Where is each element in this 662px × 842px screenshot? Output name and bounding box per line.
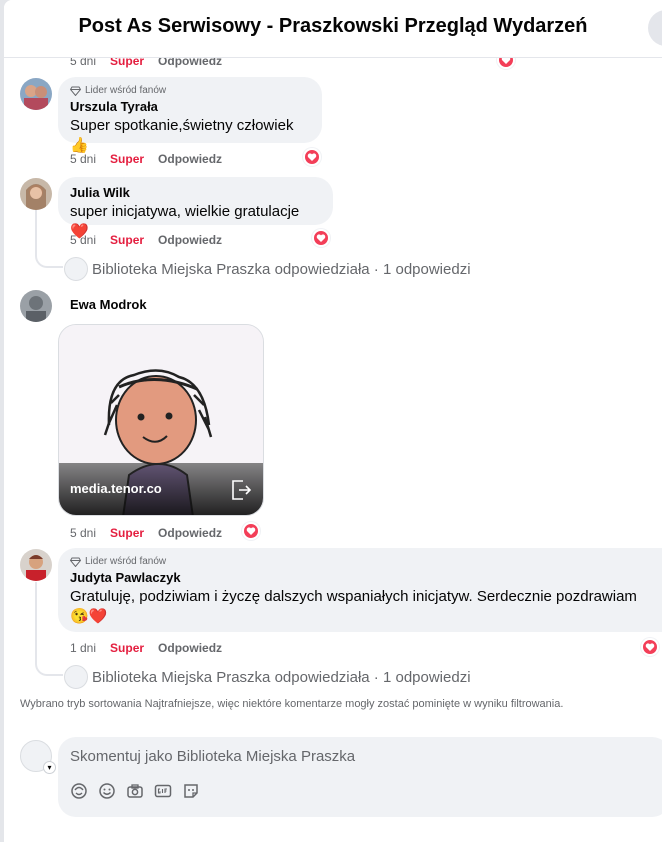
avatar[interactable] [20,290,52,322]
view-replies-link[interactable]: Biblioteka Miejska Praszka odpowiedziała… [64,665,471,689]
fan-badge-label: Lider wśród fanów [85,556,167,567]
reply-summary-text: Biblioteka Miejska Praszka odpowiedziała… [92,260,471,278]
gif-source-link[interactable]: media.tenor.co [70,481,162,496]
like-button[interactable]: Super [110,641,144,655]
comment-author[interactable]: Ewa Modrok [70,297,147,312]
comment-bubble: Lider wśród fanów Urszula Tyrała Super s… [58,77,322,154]
comment-time[interactable]: 5 dni [70,233,96,247]
reply-summary-text: Biblioteka Miejska Praszka odpowiedziała… [92,668,471,686]
dialog-header: Post As Serwisowy - Praszkowski Przegląd… [4,0,662,58]
reply-button[interactable]: Odpowiedz [158,233,222,247]
fan-badge-label: Lider wśród fanów [85,85,167,96]
like-button[interactable]: Super [110,233,144,247]
heart-reaction-icon[interactable] [641,638,659,656]
fan-badge: Lider wśród fanów [70,85,310,96]
diamond-icon [70,86,81,96]
comment-bubble: Julia Wilk super inicjatywa, wielkie gra… [58,177,333,240]
gif-icon[interactable] [154,782,172,800]
heart-reaction-icon[interactable] [303,148,321,166]
comment-author[interactable]: Julia Wilk [70,185,321,200]
avatar[interactable] [20,549,52,581]
gif-attachment[interactable]: media.tenor.co [58,324,264,516]
like-button[interactable]: Super [110,152,144,166]
reply-button[interactable]: Odpowiedz [158,641,222,655]
comment-bubble: Lider wśród fanów Judyta Pawlaczyk Gratu… [58,548,662,632]
gif-footer: media.tenor.co [59,463,263,515]
view-replies-link[interactable]: Biblioteka Miejska Praszka odpowiedziała… [64,257,471,281]
comment-actions-row: 1 dni Super Odpowiedz [70,641,222,655]
comment-time[interactable]: 5 dni [70,152,96,166]
emoji-icon[interactable] [98,782,116,800]
comment-time[interactable]: 1 dni [70,641,96,655]
heart-reaction-icon[interactable] [242,522,260,540]
like-button[interactable]: Super [110,526,144,540]
chevron-down-icon[interactable]: ▾ [43,761,56,774]
comment-composer[interactable]: Skomentuj jako Biblioteka Miejska Praszk… [58,737,662,817]
heart-reaction-icon[interactable] [312,229,330,247]
comment-text: Gratuluję, podziwiam i życzę dalszych ws… [70,588,637,605]
avatar[interactable] [20,178,52,210]
sort-note: Wybrano tryb sortowania Najtrafniejsze, … [20,698,564,710]
dialog-title: Post As Serwisowy - Praszkowski Przegląd… [78,15,588,37]
reply-button[interactable]: Odpowiedz [158,526,222,540]
comment-author[interactable]: Urszula Tyrała [70,99,310,114]
comment-actions-row: 5 dni Super Odpowiedz [70,526,222,540]
diamond-icon [70,557,81,567]
sticker-icon[interactable] [182,782,200,800]
comment-input[interactable]: Skomentuj jako Biblioteka Miejska Praszk… [70,748,355,765]
composer-toolbar [70,782,200,800]
comments-dialog: Post As Serwisowy - Praszkowski Przegląd… [4,0,662,842]
thread-line [35,582,63,676]
comment-actions-row: 5 dni Super Odpowiedz [70,233,222,247]
comment-text: Super spotkanie,świetny człowiek 👍 [70,117,294,154]
share-icon[interactable] [229,478,253,502]
fan-badge: Lider wśród fanów [70,556,650,567]
reply-button[interactable]: Odpowiedz [158,152,222,166]
comment-author[interactable]: Judyta Pawlaczyk [70,570,650,585]
avatar-sticker-icon[interactable] [70,782,88,800]
camera-icon[interactable] [126,782,144,800]
avatar[interactable] [20,78,52,110]
page-avatar [64,257,88,281]
comment-time[interactable]: 5 dni [70,526,96,540]
page-avatar [64,665,88,689]
comment-text-emoji: 😘❤️ [70,608,108,625]
comment-actions-row: 5 dni Super Odpowiedz [70,152,222,166]
thread-line [35,210,63,268]
